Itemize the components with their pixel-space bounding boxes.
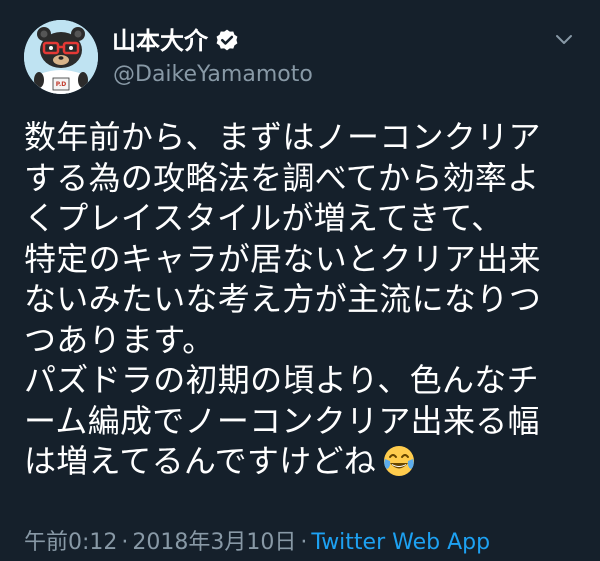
author-name-row: 山本大介 bbox=[112, 24, 240, 58]
tweet-text: 数年前から、まずはノーコンクリア する為の攻略法を調べてから効率よ くプレイスタ… bbox=[24, 117, 584, 482]
tweet-text-last-line: は増えてるんですけどね bbox=[24, 441, 584, 482]
tweet-text-line: くプレイスタイルが増えてきて、 bbox=[24, 199, 504, 237]
tweet-text-line: ーム編成でノーコンクリア出来る幅 bbox=[24, 401, 540, 440]
tweet-text-line: パズドラの初期の頃より、色んなチ bbox=[24, 361, 539, 399]
chevron-down-icon[interactable] bbox=[551, 26, 577, 52]
tweet-date[interactable]: 2018年3月10日 bbox=[132, 530, 296, 555]
tweet-text-line: ないみたいな考え方が主流になりつ bbox=[24, 280, 542, 318]
meta-separator: · bbox=[300, 530, 308, 555]
user-handle[interactable]: @DaikeYamamoto bbox=[113, 60, 313, 90]
display-name[interactable]: 山本大介 bbox=[112, 24, 208, 58]
verified-badge-icon bbox=[214, 28, 240, 54]
tweet-text-line: 数年前から、まずはノーコンクリア bbox=[24, 118, 541, 156]
tweet-text-line: 特定のキャラが居ないとクリア出来 bbox=[24, 239, 541, 278]
tweet-card: P.D 山本大介 @DaikeYamamoto 数年前から、まずはノーコンクリア… bbox=[0, 0, 600, 561]
face-with-tears-of-joy-icon bbox=[382, 444, 416, 478]
tweet-source-link[interactable]: Twitter Web App bbox=[311, 530, 490, 555]
avatar[interactable]: P.D bbox=[24, 20, 98, 94]
tweet-time[interactable]: 午前0:12 bbox=[24, 530, 117, 555]
tweet-text-line: つあります。 bbox=[24, 320, 215, 359]
tweet-text-line: する為の攻略法を調べてから効率よ bbox=[24, 158, 540, 197]
meta-separator: · bbox=[121, 530, 129, 555]
svg-text:P.D: P.D bbox=[56, 81, 67, 88]
bear-mascot-icon: P.D bbox=[24, 20, 98, 94]
tweet-meta: 午前0:12 · 2018年3月10日 · Twitter Web App bbox=[24, 528, 490, 558]
tweet-text-line: は増えてるんですけどね bbox=[24, 442, 377, 480]
